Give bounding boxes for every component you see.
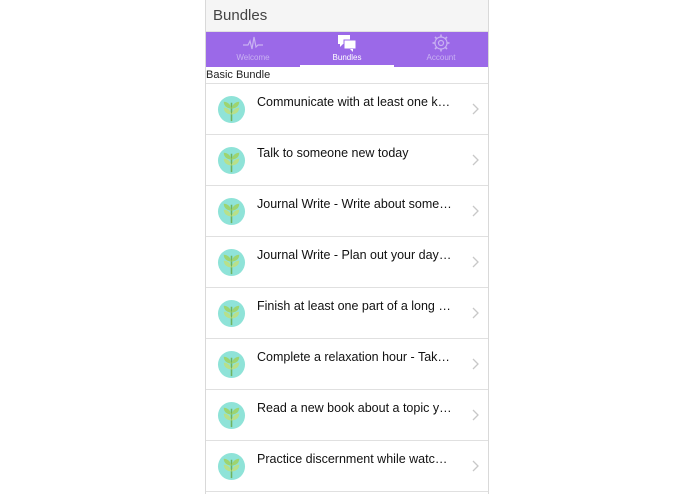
- plant-icon: [217, 197, 246, 226]
- list-item[interactable]: Finish at least one part of a long tim…: [206, 288, 488, 339]
- app-window: Bundles Welcome Bundles Account Basic Bu…: [205, 0, 489, 494]
- list-item-label: Journal Write - Write about some thi…: [257, 197, 452, 211]
- list-item-label: Read a new book about a topic you …: [257, 401, 452, 415]
- tab-label-account: Account: [426, 53, 456, 62]
- heartbeat-icon: [243, 36, 263, 50]
- plant-icon: [217, 299, 246, 328]
- chevron-right-icon: [472, 409, 479, 421]
- bundle-list: Communicate with at least one kno… Talk …: [206, 84, 488, 492]
- chevron-right-icon: [472, 358, 479, 370]
- chevron-right-icon: [472, 205, 479, 217]
- page-title: Bundles: [213, 7, 268, 24]
- tab-welcome[interactable]: Welcome: [206, 32, 300, 67]
- list-item-label: Communicate with at least one kno…: [257, 95, 452, 109]
- chevron-right-icon: [472, 103, 479, 115]
- chevron-right-icon: [472, 460, 479, 472]
- plant-icon: [217, 146, 246, 175]
- list-item[interactable]: Journal Write - Plan out your day for…: [206, 237, 488, 288]
- list-item[interactable]: Read a new book about a topic you …: [206, 390, 488, 441]
- list-item[interactable]: Talk to someone new today: [206, 135, 488, 186]
- plant-icon: [217, 95, 246, 124]
- plant-icon: [217, 452, 246, 481]
- tab-label-bundles: Bundles: [332, 53, 362, 62]
- tab-bar: Welcome Bundles Account: [206, 32, 488, 67]
- list-item[interactable]: Practice discernment while watching…: [206, 441, 488, 492]
- tab-bundles[interactable]: Bundles: [300, 32, 394, 67]
- list-item-label: Journal Write - Plan out your day for…: [257, 248, 452, 262]
- tab-account[interactable]: Account: [394, 32, 488, 67]
- gear-icon: [432, 34, 450, 52]
- list-item-label: Complete a relaxation hour - Take ti…: [257, 350, 452, 364]
- chevron-right-icon: [472, 154, 479, 166]
- plant-icon: [217, 248, 246, 277]
- list-item-label: Talk to someone new today: [257, 146, 409, 160]
- chat-bubbles-icon: [338, 35, 357, 52]
- plant-icon: [217, 401, 246, 430]
- plant-icon: [217, 350, 246, 379]
- header-bar: Bundles: [206, 0, 488, 32]
- list-item[interactable]: Communicate with at least one kno…: [206, 84, 488, 135]
- chevron-right-icon: [472, 256, 479, 268]
- list-item[interactable]: Journal Write - Write about some thi…: [206, 186, 488, 237]
- chevron-right-icon: [472, 307, 479, 319]
- list-item-label: Practice discernment while watching…: [257, 452, 452, 466]
- section-header: Basic Bundle: [206, 67, 488, 84]
- tab-label-welcome: Welcome: [236, 53, 270, 62]
- list-item-label: Finish at least one part of a long tim…: [257, 299, 452, 313]
- list-item[interactable]: Complete a relaxation hour - Take ti…: [206, 339, 488, 390]
